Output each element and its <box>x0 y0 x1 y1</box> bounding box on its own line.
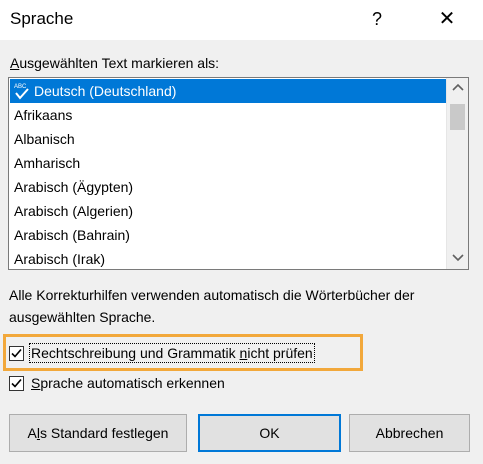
scroll-thumb[interactable] <box>450 104 465 130</box>
auto-detect-option[interactable]: Sprache automatisch erkennen <box>9 373 225 393</box>
list-item-arabisch-bahrain[interactable]: Arabisch (Bahrain) <box>10 223 446 247</box>
spell-check-icon: ABC <box>14 84 29 100</box>
checkmark-icon <box>11 348 22 358</box>
list-item-arabisch-aegypten[interactable]: Arabisch (Ägypten) <box>10 175 446 199</box>
list-item-label: Arabisch (Irak) <box>14 251 106 267</box>
list-item-label: Deutsch (Deutschland) <box>34 83 177 99</box>
language-list-items: ABC Deutsch (Deutschland) Afrikaans Alba… <box>10 79 446 269</box>
label-part: Rechtschreibung und Grammatik <box>31 345 240 361</box>
language-listbox[interactable]: ABC Deutsch (Deutschland) Afrikaans Alba… <box>8 77 469 270</box>
label-mnemonic: A <box>10 55 20 71</box>
vertical-scrollbar[interactable] <box>446 78 468 269</box>
list-item-albanisch[interactable]: Albanisch <box>10 127 446 151</box>
list-item-arabisch-irak[interactable]: Arabisch (Irak) <box>10 247 446 269</box>
scroll-up-arrow-icon[interactable] <box>447 78 468 98</box>
help-button[interactable]: ? <box>360 4 394 34</box>
label-part: icht prüfen <box>247 345 313 361</box>
checkmark-icon <box>11 378 22 388</box>
list-item-label: Arabisch (Bahrain) <box>14 227 130 243</box>
ok-button[interactable]: OK <box>198 414 341 452</box>
list-item-afrikaans[interactable]: Afrikaans <box>10 103 446 127</box>
label-rest: usgewählten Text markieren als: <box>19 55 220 71</box>
label-mnemonic: S <box>31 375 41 391</box>
button-label-part: A <box>27 425 37 441</box>
list-item-label: Arabisch (Ägypten) <box>14 179 134 195</box>
list-item-label: Arabisch (Algerien) <box>14 203 134 219</box>
title-bar: Sprache ? ✕ <box>0 0 483 40</box>
set-default-button[interactable]: Als Standard festlegen <box>9 414 187 452</box>
auto-detect-label[interactable]: Sprache automatisch erkennen <box>31 375 225 391</box>
button-label-part: s Standard festlegen <box>40 425 169 441</box>
auto-detect-checkbox[interactable] <box>9 375 24 391</box>
language-list-label: Ausgewählten Text markieren als: <box>10 55 219 71</box>
list-item-arabisch-algerien[interactable]: Arabisch (Algerien) <box>10 199 446 223</box>
list-item-label: Afrikaans <box>14 107 73 123</box>
no-proofing-label[interactable]: Rechtschreibung und Grammatik nicht prüf… <box>29 343 315 363</box>
list-item-label: Amharisch <box>14 155 81 171</box>
list-item-label: Albanisch <box>14 131 75 147</box>
label-part: prache automatisch erkennen <box>40 375 225 391</box>
dialog-title: Sprache <box>10 9 74 28</box>
no-proofing-checkbox[interactable] <box>9 345 24 361</box>
info-text: Alle Korrekturhilfen verwenden automatis… <box>9 287 415 325</box>
spell-check-badge: ABC <box>14 84 27 90</box>
no-proofing-option[interactable]: Rechtschreibung und Grammatik nicht prüf… <box>9 343 315 363</box>
list-item-deutsch-deutschland[interactable]: ABC Deutsch (Deutschland) <box>10 79 446 103</box>
close-button[interactable]: ✕ <box>430 4 464 34</box>
list-item-amharisch[interactable]: Amharisch <box>10 151 446 175</box>
scroll-down-arrow-icon[interactable] <box>447 249 468 269</box>
cancel-button[interactable]: Abbrechen <box>349 414 470 452</box>
